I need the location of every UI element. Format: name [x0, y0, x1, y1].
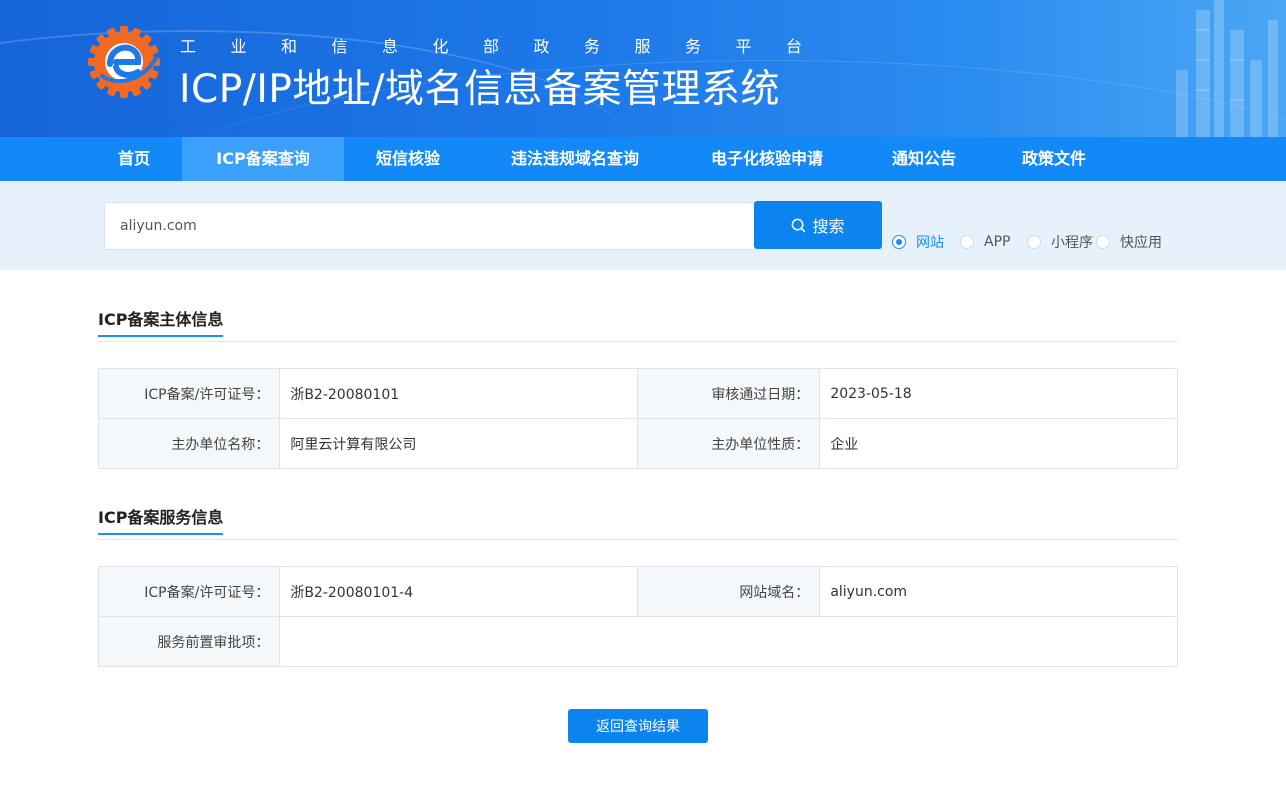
page-header: 工业和信息化部政务服务平台 ICP/IP地址/域名信息备案管理系统 — [0, 0, 1286, 137]
radio-app[interactable]: APP — [960, 234, 1010, 250]
table-row: ICP备案/许可证号： 浙B2-20080101 审核通过日期： 2023-05… — [97, 368, 1178, 419]
section-divider — [98, 341, 1178, 342]
nav-item-notices[interactable]: 通知公告 — [874, 137, 974, 181]
radio-dot — [892, 235, 906, 249]
subject-info-table: ICP备案/许可证号： 浙B2-20080101 审核通过日期： 2023-05… — [97, 368, 1178, 469]
nav-item-sms-verify[interactable]: 短信核验 — [356, 137, 460, 181]
radio-dot — [1096, 235, 1110, 249]
service-license-label: ICP备案/许可证号： — [97, 566, 281, 617]
organizer-name-label: 主办单位名称： — [97, 418, 281, 469]
search-input[interactable] — [104, 202, 755, 250]
section-title-service: ICP备案服务信息 — [98, 504, 224, 535]
section-divider — [98, 539, 1178, 540]
domain-label: 网站域名： — [636, 566, 821, 617]
organizer-type-value: 企业 — [819, 418, 1178, 469]
organizer-type-label: 主办单位性质： — [636, 418, 821, 469]
back-to-results-button[interactable]: 返回查询结果 — [568, 709, 708, 743]
radio-label: 网站 — [916, 235, 944, 251]
license-label: ICP备案/许可证号： — [97, 368, 281, 419]
radio-label: 快应用 — [1120, 235, 1162, 251]
nav-item-home[interactable]: 首页 — [96, 137, 172, 181]
radio-dot — [1027, 235, 1041, 249]
nav-item-policy[interactable]: 政策文件 — [1004, 137, 1104, 181]
pre-approval-value — [279, 616, 1178, 667]
radio-mini-program[interactable]: 小程序 — [1027, 234, 1093, 251]
header-title: ICP/IP地址/域名信息备案管理系统 — [179, 67, 781, 112]
radio-quick-app[interactable]: 快应用 — [1096, 234, 1162, 251]
license-value: 浙B2-20080101 — [279, 368, 638, 419]
search-button-label: 搜索 — [812, 217, 845, 236]
nav-item-e-verify[interactable]: 电子化核验申请 — [690, 137, 844, 181]
search-band: 搜索 网站 APP 小程序 快应用 — [0, 181, 1286, 270]
pre-approval-label: 服务前置审批项： — [97, 616, 281, 667]
organizer-name-value: 阿里云计算有限公司 — [279, 418, 638, 469]
miit-logo-icon — [88, 26, 160, 98]
section-title-subject: ICP备案主体信息 — [98, 306, 224, 337]
table-row: 服务前置审批项： — [97, 616, 1178, 667]
nav-item-icp-query[interactable]: ICP备案查询 — [182, 137, 344, 181]
approve-date-label: 审核通过日期： — [636, 368, 821, 419]
service-license-value: 浙B2-20080101-4 — [279, 566, 638, 617]
radio-label: APP — [984, 234, 1011, 250]
header-subtitle: 工业和信息化部政务服务平台 — [180, 37, 837, 56]
radio-dot — [960, 235, 974, 249]
search-button[interactable]: 搜索 — [754, 201, 882, 249]
main-nav: 首页 ICP备案查询 短信核验 违法违规域名查询 电子化核验申请 通知公告 政策… — [0, 137, 1286, 181]
radio-label: 小程序 — [1051, 235, 1093, 251]
table-row: ICP备案/许可证号： 浙B2-20080101-4 网站域名： aliyun.… — [97, 566, 1178, 617]
domain-value: aliyun.com — [819, 566, 1178, 617]
service-info-table: ICP备案/许可证号： 浙B2-20080101-4 网站域名： aliyun.… — [97, 566, 1178, 667]
table-row: 主办单位名称： 阿里云计算有限公司 主办单位性质： 企业 — [97, 418, 1178, 469]
nav-item-illegal-domain[interactable]: 违法违规域名查询 — [488, 137, 662, 181]
radio-website[interactable]: 网站 — [892, 234, 944, 251]
approve-date-value: 2023-05-18 — [819, 368, 1178, 419]
search-icon — [792, 218, 806, 232]
skyline-decoration — [1176, 0, 1278, 137]
